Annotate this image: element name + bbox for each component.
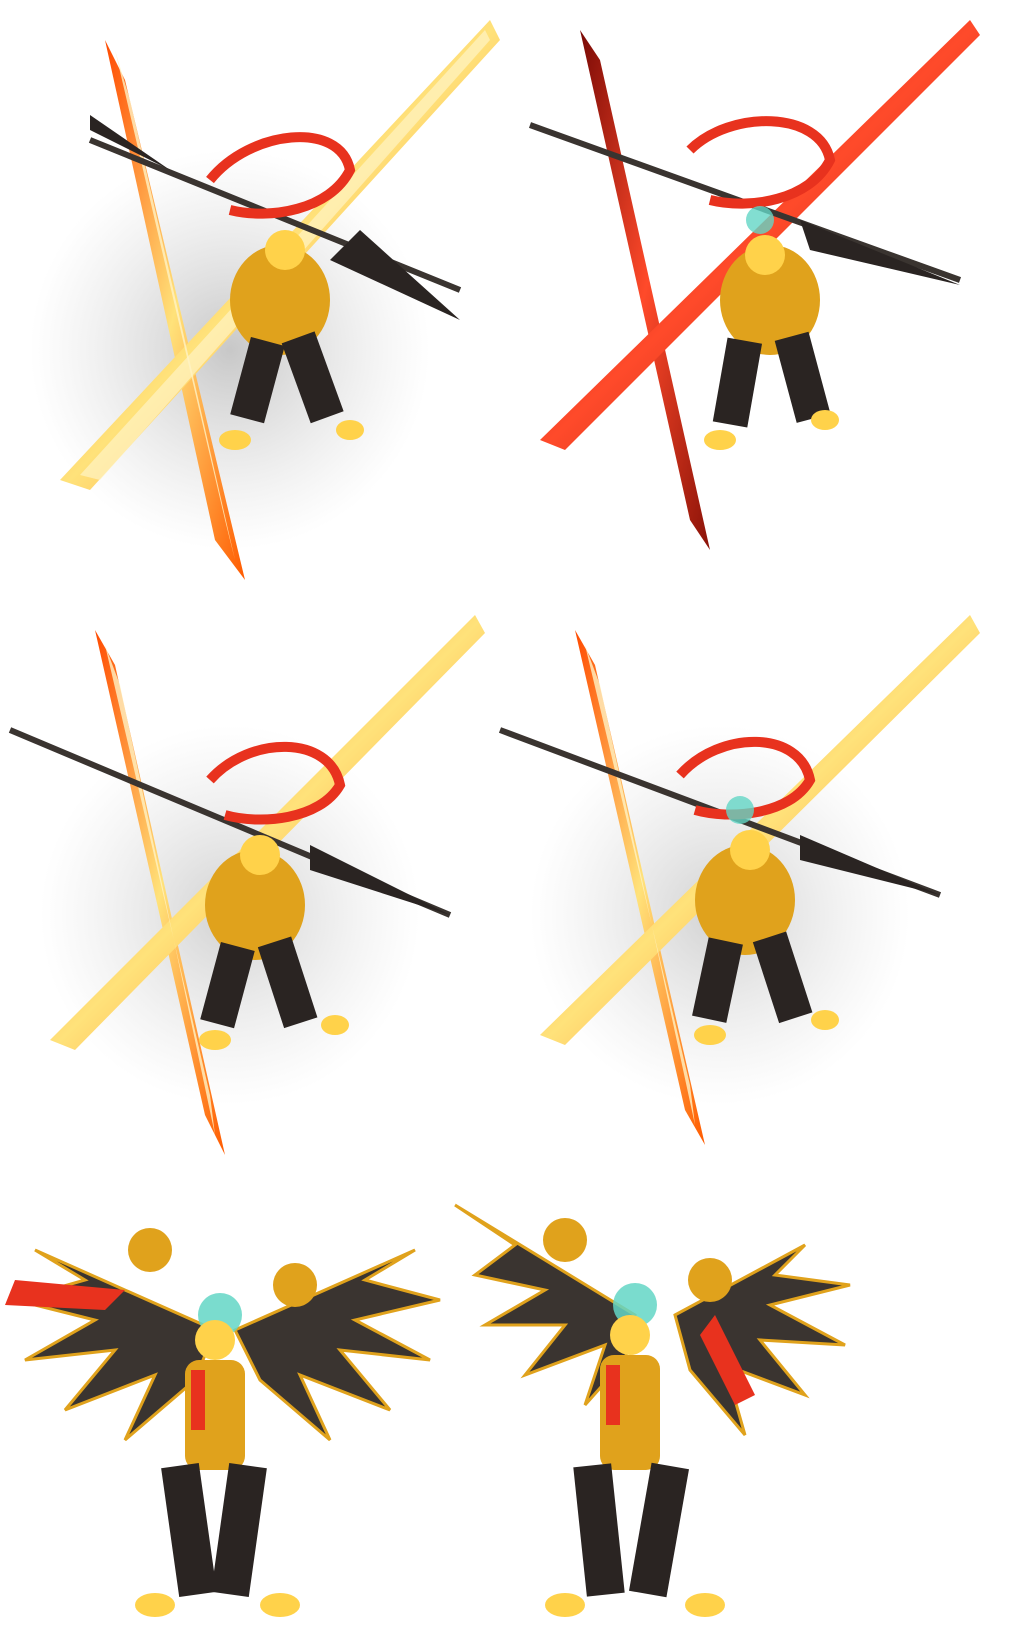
right-wing [232,1248,441,1442]
slash-attack-sprite [498,615,980,1145]
energy-orb [726,796,754,824]
winged-idle-sprite [5,1228,441,1617]
left-wing [5,1248,217,1442]
energy-orb [746,206,774,234]
slash-attack-sprite [528,20,980,550]
sprite-frame-6 [454,1195,860,1640]
slash-streak [540,20,980,450]
sprite-frame-1 [30,20,500,600]
wing-crest [688,1258,732,1302]
sprite-frame-5 [5,1210,450,1640]
sprite-frame-4 [498,615,990,1165]
sprite-frame-2 [520,20,990,560]
wing-crest [273,1263,317,1307]
slash-attack-sprite [30,20,500,580]
wing-crest [128,1228,172,1272]
sprite-sheet [0,0,1029,1647]
sprite-frame-3 [8,615,490,1165]
wing-crest [543,1218,587,1262]
slash-attack-sprite [8,615,485,1155]
slash-streak [580,30,710,550]
winged-idle-sprite [454,1203,851,1617]
